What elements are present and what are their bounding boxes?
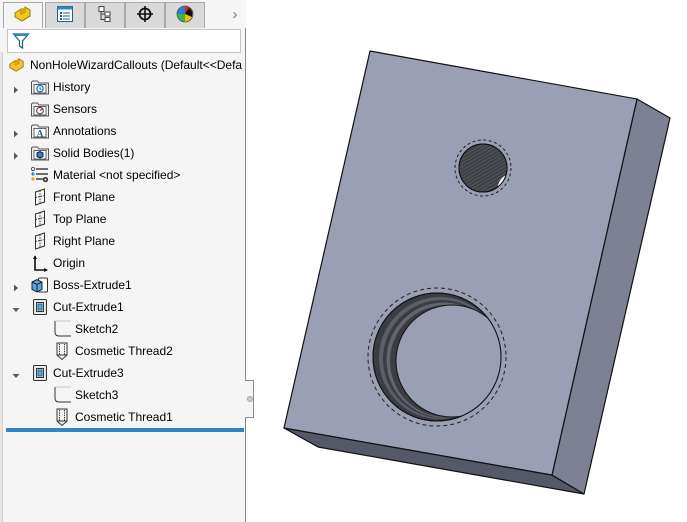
tree-item-cut-extrude1[interactable]: Cut-Extrude1: [12, 296, 124, 318]
tree-item-label: Top Plane: [53, 212, 107, 226]
tree-item-annotations[interactable]: A Annotations: [14, 120, 117, 142]
tree-item-material-not-specified[interactable]: Material <not specified>: [30, 164, 180, 186]
collapse-arrow-icon[interactable]: [12, 303, 20, 312]
svg-text:A: A: [37, 128, 44, 138]
part-icon: [8, 55, 26, 75]
tab-dimxpertmanager[interactable]: [125, 2, 165, 28]
collapse-arrow-icon[interactable]: [12, 369, 20, 378]
plane-icon: [30, 231, 50, 251]
cosmetic-thread-icon: [52, 341, 72, 361]
configuration-tree-icon: [96, 5, 114, 26]
history-folder-icon: [30, 77, 50, 97]
tree-item-history[interactable]: History: [14, 76, 91, 98]
tree-item-sensors[interactable]: Sensors: [30, 98, 97, 120]
filter-funnel-icon: [12, 32, 30, 53]
splitter-grip-icon[interactable]: [247, 396, 253, 402]
plane-icon: [30, 187, 50, 207]
tree-item-origin[interactable]: Origin: [30, 252, 85, 274]
cut-extrude-icon: [30, 363, 50, 383]
tab-configurationmanager[interactable]: [85, 2, 125, 28]
model-view[interactable]: [255, 0, 687, 522]
tree-item-label: Sensors: [53, 102, 98, 116]
annotations-folder-icon: A: [30, 121, 50, 141]
tree-item-label: Sketch2: [75, 322, 119, 336]
tree-root-label: NonHoleWizardCallouts (Default<<Defa: [30, 58, 243, 72]
manager-tab-bar: ›: [0, 0, 246, 28]
tree-item-top-plane[interactable]: Top Plane: [30, 208, 106, 230]
tree-root-part[interactable]: NonHoleWizardCallouts (Default<<Defa: [8, 54, 242, 76]
tree-item-right-plane[interactable]: Right Plane: [30, 230, 115, 252]
tree-filter-input[interactable]: [7, 29, 241, 53]
tree-item-solid-bodies-1[interactable]: Solid Bodies(1): [14, 142, 135, 164]
part-icon: [13, 5, 33, 26]
panel-left-edge: [0, 52, 3, 522]
solid-bodies-folder-icon: [30, 143, 50, 163]
origin-icon: [30, 253, 50, 273]
tree-item-label: Boss-Extrude1: [53, 278, 132, 292]
chevron-right-icon: ›: [232, 5, 238, 23]
tree-item-boss-extrude1[interactable]: Boss-Extrude1: [14, 274, 132, 296]
tree-item-label: History: [53, 80, 91, 94]
sketch-icon: [52, 319, 72, 339]
tree-item-label: Solid Bodies(1): [53, 146, 135, 160]
cosmetic-thread-icon: [52, 407, 72, 427]
sensors-folder-icon: [30, 99, 50, 119]
tree-item-label: Cosmetic Thread1: [75, 410, 173, 424]
tab-propertymanager[interactable]: [45, 2, 85, 28]
tree-item-label: Origin: [53, 256, 86, 270]
tab-overflow-chevron[interactable]: ›: [226, 4, 244, 24]
tree-item-cosmetic-thread2[interactable]: Cosmetic Thread2: [52, 340, 173, 362]
expand-arrow-icon[interactable]: [12, 149, 20, 160]
tree-item-front-plane[interactable]: Front Plane: [30, 186, 115, 208]
appearance-sphere-icon: [176, 5, 194, 26]
boss-extrude-icon: [30, 275, 50, 295]
sketch-icon: [52, 385, 72, 405]
tab-featuremanager[interactable]: [3, 2, 43, 28]
tree-item-cosmetic-thread1[interactable]: Cosmetic Thread1: [52, 406, 173, 428]
tree-item-label: Front Plane: [53, 190, 116, 204]
property-list-icon: [56, 5, 74, 26]
tree-item-label: Right Plane: [53, 234, 116, 248]
cut-extrude-icon: [30, 297, 50, 317]
expand-arrow-icon[interactable]: [12, 83, 20, 94]
tree-item-label: Sketch3: [75, 388, 119, 402]
crosshair-icon: [136, 5, 154, 26]
expand-arrow-icon[interactable]: [12, 281, 20, 292]
tree-item-label: Cosmetic Thread2: [75, 344, 173, 358]
expand-arrow-icon[interactable]: [12, 127, 20, 138]
tree-item-label: Annotations: [53, 124, 117, 138]
material-icon: [30, 165, 50, 185]
tree-item-label: Cut-Extrude3: [53, 366, 124, 380]
tree-item-label: Cut-Extrude1: [53, 300, 124, 314]
tab-displaymanager[interactable]: [165, 2, 205, 28]
tree-item-sketch3[interactable]: Sketch3: [52, 384, 118, 406]
graphics-area[interactable]: [255, 0, 687, 522]
tree-item-label: Material <not specified>: [53, 168, 181, 182]
rollback-bar[interactable]: [6, 428, 244, 432]
plane-icon: [30, 209, 50, 229]
tree-item-sketch2[interactable]: Sketch2: [52, 318, 118, 340]
tree-item-cut-extrude3[interactable]: Cut-Extrude3: [12, 362, 124, 384]
